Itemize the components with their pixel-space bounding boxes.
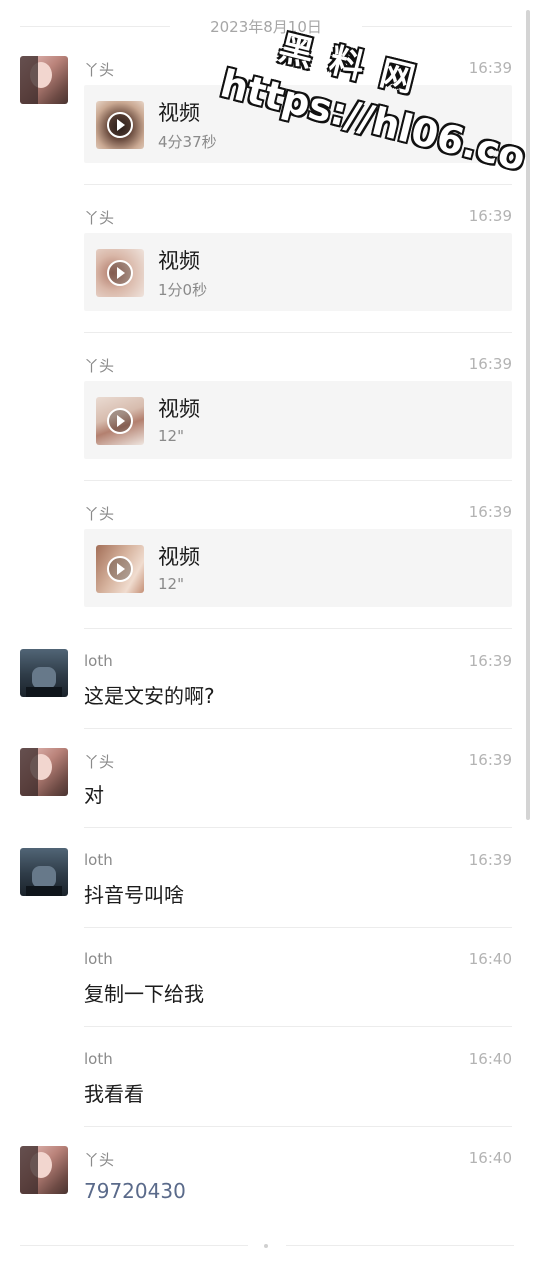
message-time: 16:39 xyxy=(468,207,512,225)
message-divider xyxy=(84,1026,512,1027)
message-divider xyxy=(84,480,512,481)
message-text[interactable]: 我看看 xyxy=(84,1078,144,1107)
video-card[interactable]: 视频 12" xyxy=(84,381,512,459)
video-card-title: 视频 xyxy=(158,101,200,125)
watermark: 黑料网 https://hl06.co xyxy=(204,9,530,217)
message-number-link[interactable]: 79720430 xyxy=(84,1179,186,1203)
sender-name: 丫头 xyxy=(84,1151,115,1169)
video-thumbnail xyxy=(96,101,144,149)
message-time: 16:39 xyxy=(468,503,512,521)
sender-name: loth xyxy=(84,652,113,670)
message-time: 16:40 xyxy=(468,1050,512,1068)
avatar[interactable] xyxy=(20,649,68,697)
sender-name: 丫头 xyxy=(84,61,115,79)
play-icon xyxy=(107,556,133,582)
message-text[interactable]: 对 xyxy=(84,779,104,808)
scrollbar[interactable] xyxy=(526,10,530,820)
date-divider-right xyxy=(362,26,512,27)
message-divider xyxy=(84,332,512,333)
end-divider-left xyxy=(20,1245,248,1246)
avatar[interactable] xyxy=(20,1146,68,1194)
video-duration: 1分0秒 xyxy=(158,281,208,299)
sender-name: 丫头 xyxy=(84,357,115,375)
sender-name: 丫头 xyxy=(84,753,115,771)
end-divider-right xyxy=(286,1245,514,1246)
avatar[interactable] xyxy=(20,748,68,796)
video-card-title: 视频 xyxy=(158,249,200,273)
play-icon xyxy=(107,408,133,434)
avatar[interactable] xyxy=(20,56,68,104)
message-time: 16:40 xyxy=(468,950,512,968)
sender-name: loth xyxy=(84,851,113,869)
video-card[interactable]: 视频 12" xyxy=(84,529,512,607)
sender-name: 丫头 xyxy=(84,209,115,227)
video-thumbnail xyxy=(96,249,144,297)
message-text[interactable]: 抖音号叫啥 xyxy=(84,879,184,908)
sender-name: loth xyxy=(84,1050,113,1068)
video-duration: 12" xyxy=(158,427,184,445)
video-thumbnail xyxy=(96,545,144,593)
message-divider xyxy=(84,927,512,928)
message-text[interactable]: 这是文安的啊? xyxy=(84,680,215,709)
avatar[interactable] xyxy=(20,848,68,896)
message-time: 16:39 xyxy=(468,355,512,373)
message-time: 16:39 xyxy=(468,751,512,769)
message-time: 16:39 xyxy=(468,851,512,869)
end-dot xyxy=(264,1244,268,1248)
message-time: 16:40 xyxy=(468,1149,512,1167)
sender-name: loth xyxy=(84,950,113,968)
play-icon xyxy=(107,260,133,286)
play-icon xyxy=(107,112,133,138)
message-time: 16:39 xyxy=(468,652,512,670)
message-divider xyxy=(84,628,512,629)
sender-name: 丫头 xyxy=(84,505,115,523)
message-text[interactable]: 复制一下给我 xyxy=(84,978,204,1007)
video-card[interactable]: 视频 1分0秒 xyxy=(84,233,512,311)
video-duration: 12" xyxy=(158,575,184,593)
video-card-title: 视频 xyxy=(158,397,200,421)
message-divider xyxy=(84,1126,512,1127)
video-thumbnail xyxy=(96,397,144,445)
message-divider xyxy=(84,728,512,729)
message-divider xyxy=(84,827,512,828)
video-card-title: 视频 xyxy=(158,545,200,569)
end-of-list-indicator xyxy=(20,1244,514,1248)
